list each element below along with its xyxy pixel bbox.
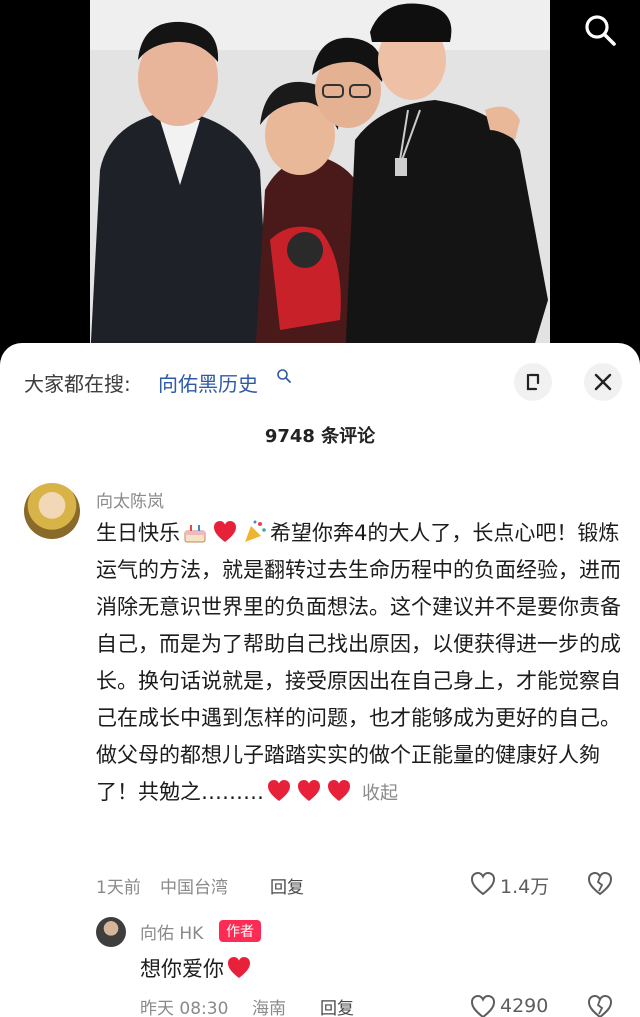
- reply-button[interactable]: 回复: [270, 873, 304, 898]
- trending-search-icon[interactable]: [276, 368, 292, 384]
- reply-button[interactable]: 回复: [320, 994, 354, 1017]
- dislike-icon[interactable]: [587, 871, 613, 897]
- like-icon: [470, 994, 496, 1017]
- comment-sheet: 大家都在搜: 向佑黑历史 9748 条评论 向太陈岚 生日快乐 希望你奔4的大人了…: [0, 343, 640, 1017]
- reply-time: 昨天 08:30: [140, 999, 229, 1017]
- group-photo-illustration: [90, 0, 550, 360]
- close-button[interactable]: [584, 363, 622, 401]
- avatar[interactable]: [96, 917, 126, 947]
- trending-search-link[interactable]: 向佑黑历史: [158, 368, 258, 397]
- close-icon: [594, 373, 612, 391]
- like-icon: [470, 871, 496, 896]
- minimize-icon: [526, 373, 540, 391]
- search-button[interactable]: [582, 12, 618, 48]
- like-count: 4290: [500, 995, 549, 1017]
- post-photo[interactable]: [0, 0, 640, 360]
- comment-location: 中国台湾: [160, 878, 228, 898]
- cake-icon: [184, 525, 206, 543]
- minimize-button[interactable]: [514, 363, 552, 401]
- comment-author[interactable]: 向太陈岚: [96, 487, 164, 512]
- heart-icon: [328, 780, 350, 801]
- avatar[interactable]: [24, 483, 80, 539]
- dislike-icon[interactable]: [587, 994, 613, 1017]
- reply-text: 想你爱你: [140, 953, 254, 983]
- photo-image: [90, 0, 550, 360]
- comment-time: 1天前: [96, 878, 141, 898]
- like-count: 1.4万: [500, 876, 550, 898]
- author-badge: 作者: [219, 920, 261, 942]
- reply-text-part: 想你爱你: [140, 957, 224, 981]
- heart-icon: [214, 521, 236, 542]
- reply-author[interactable]: 向佑 HK: [140, 919, 203, 944]
- heart-icon: [268, 780, 290, 801]
- comment-text: 生日快乐 希望你奔4的大人了，长点心吧！锻炼运气的方法，就是翻转过去生命历程中的负…: [96, 515, 626, 812]
- comment-sheet-header: 大家都在搜: 向佑黑历史: [0, 343, 640, 423]
- heart-icon: [298, 780, 320, 801]
- trending-label: 大家都在搜:: [24, 372, 131, 396]
- comment-text-part: 生日快乐: [96, 521, 180, 545]
- party-popper-icon: [245, 520, 266, 542]
- comment-count: 9748 条评论: [264, 426, 376, 447]
- collapse-button[interactable]: 收起: [362, 783, 398, 804]
- comment-text-part: 希望你奔4的大人了，长点心吧！锻炼运气的方法，就是翻转过去生命历程中的负面经验，…: [96, 521, 621, 804]
- reply-location: 海南: [252, 999, 286, 1017]
- heart-icon: [228, 957, 250, 978]
- search-icon: [585, 15, 616, 46]
